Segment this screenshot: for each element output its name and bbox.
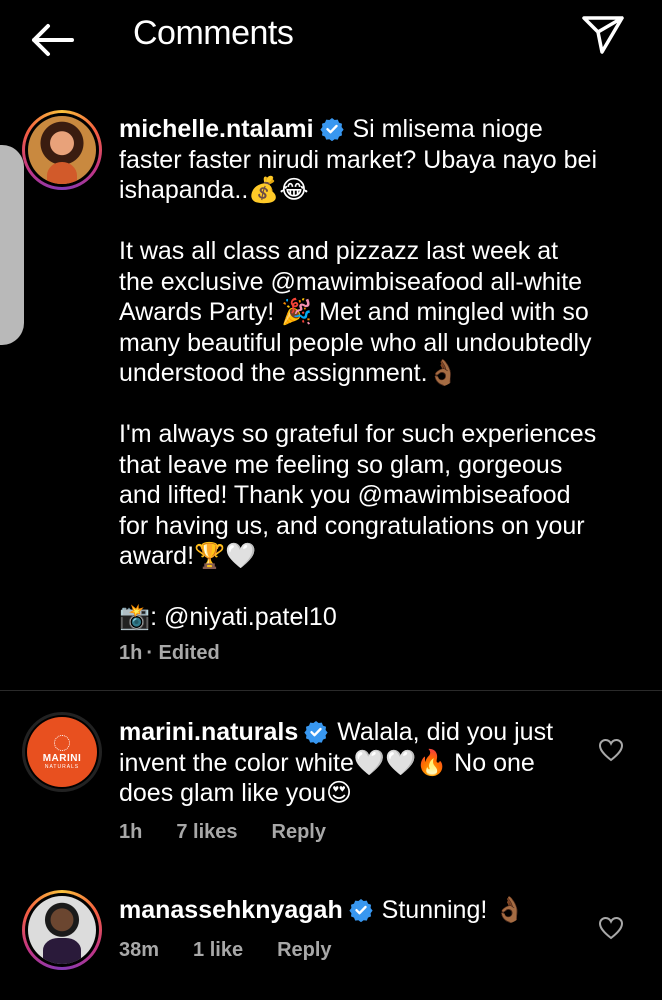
brand-logo-subtext: NATURALS [44, 763, 80, 770]
avatar[interactable]: MARINI NATURALS [22, 712, 102, 792]
arrow-left-icon[interactable] [28, 20, 76, 60]
comment-text: manassehknyagah Stunning! 👌🏾 [119, 895, 589, 926]
comment-body: invent the color white🤍🤍🔥 No one does gl… [119, 748, 535, 808]
reply-button[interactable]: Reply [277, 939, 331, 961]
caption-text: michelle.ntalami Si mlisema nioge faster… [119, 114, 639, 633]
comment-line1: Stunning! 👌🏾 [381, 896, 526, 924]
reply-button[interactable]: Reply [272, 821, 326, 843]
page-title: Comments [133, 14, 294, 52]
comment-text: marini.naturals Walala, did you just inv… [119, 717, 589, 809]
verified-badge-icon [349, 899, 373, 922]
top-bar: Comments [0, 0, 662, 80]
divider [0, 690, 662, 691]
caption-time: 1h [119, 642, 143, 664]
avatar[interactable] [22, 110, 102, 190]
like-count[interactable]: 1 like [193, 939, 243, 961]
comment-time: 1h [119, 821, 143, 843]
caption-body: faster faster nirudi market? Ubaya nayo … [119, 145, 598, 632]
edited-label: · Edited [146, 642, 220, 664]
comment-meta: 1h 7 likes Reply [119, 821, 360, 844]
heart-icon[interactable] [598, 738, 624, 762]
username[interactable]: michelle.ntalami [119, 115, 314, 143]
comment-line1: Walala, did you just [337, 718, 554, 746]
verified-badge-icon [319, 118, 344, 141]
edge-drawer-handle[interactable] [0, 145, 24, 345]
username[interactable]: manassehknyagah [119, 896, 343, 924]
paper-plane-icon[interactable] [580, 14, 626, 56]
comment-time: 38m [119, 939, 160, 961]
username[interactable]: marini.naturals [119, 718, 298, 746]
heart-icon[interactable] [598, 916, 624, 940]
like-count[interactable]: 7 likes [176, 821, 237, 843]
brand-logo-text: MARINI [42, 752, 82, 764]
avatar[interactable] [22, 890, 102, 970]
verified-badge-icon [304, 721, 328, 744]
caption-line1: Si mlisema nioge [352, 115, 543, 143]
caption-meta: 1h · Edited [119, 642, 254, 665]
comment-meta: 38m 1 like Reply [119, 939, 366, 962]
